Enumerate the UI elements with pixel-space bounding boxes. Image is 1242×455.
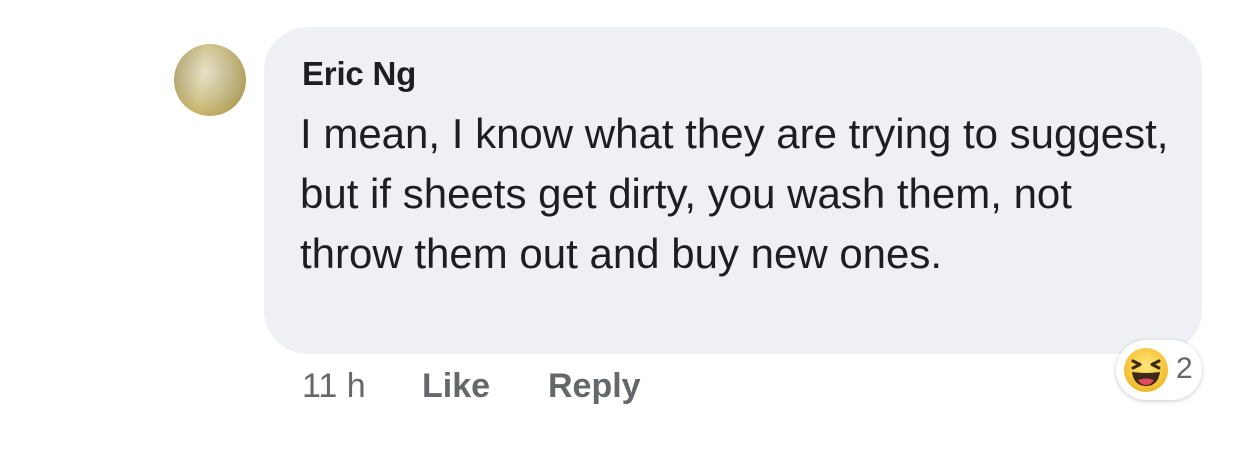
reply-button[interactable]: Reply xyxy=(548,367,641,406)
avatar[interactable] xyxy=(174,44,246,116)
reaction-summary[interactable]: 2 xyxy=(1116,340,1202,400)
reaction-count: 2 xyxy=(1176,352,1193,385)
comment: Eric Ng I mean, I know what they are try… xyxy=(0,0,1242,455)
comment-text: I mean, I know what they are trying to s… xyxy=(300,110,1169,277)
like-button[interactable]: Like xyxy=(422,367,490,406)
comment-author[interactable]: Eric Ng xyxy=(302,55,416,93)
haha-emoji-icon xyxy=(1124,348,1168,392)
comment-timestamp[interactable]: 11 h xyxy=(302,367,366,406)
